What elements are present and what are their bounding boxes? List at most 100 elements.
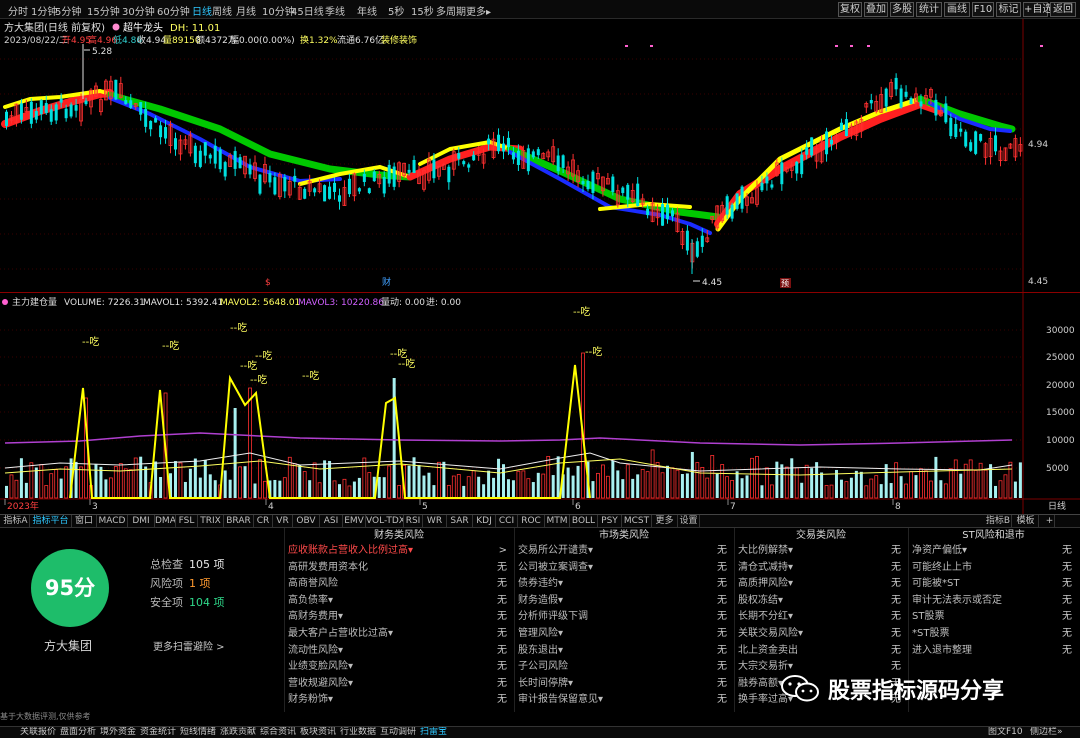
period-tab-7[interactable]: 周线 [212, 3, 232, 18]
indicator-tab-26[interactable]: 设置 [678, 515, 700, 528]
risk-item[interactable]: 清仓式减持▾ 无 [735, 560, 907, 577]
indicator-tab-3[interactable]: MACD [97, 515, 128, 528]
indicator-tab-0[interactable]: 指标A [2, 515, 30, 528]
risk-item[interactable]: 管理风险▾ 无 [515, 626, 733, 643]
period-tab-11[interactable]: 季线 [325, 3, 345, 18]
risk-item[interactable]: ST股票 无 [909, 609, 1078, 626]
period-tab-5[interactable]: 60分钟 [157, 3, 190, 18]
indicator-tab-25[interactable]: 更多 [652, 515, 678, 528]
indicator-tab-9[interactable]: CR [254, 515, 273, 528]
indicator-tab-16[interactable]: WR [423, 515, 447, 528]
indicator-tab-6[interactable]: FSL [176, 515, 198, 528]
bottom-tab-2[interactable]: 境外资金 [100, 727, 140, 738]
bottom-tab-9[interactable]: 互动调研 [380, 727, 420, 738]
toolbar-button-8[interactable]: 返回 [1050, 2, 1076, 17]
risk-item[interactable]: 子公司风险 无 [515, 659, 733, 676]
period-tab-15[interactable]: 多周期 [436, 3, 466, 18]
bottom-right-1[interactable]: 侧边栏» [1030, 727, 1063, 738]
risk-item[interactable]: 股东退出▾ 无 [515, 643, 733, 660]
risk-item[interactable]: 财务粉饰▾ 无 [285, 692, 513, 709]
kline-chart[interactable]: 方大集团(日线 前复权) 超牛龙头 DH: 11.01 2023/08/22/二… [0, 19, 1080, 292]
indicator-right-0[interactable]: 指标B [985, 515, 1012, 528]
bottom-tab-8[interactable]: 行业数据 [340, 727, 380, 738]
risk-item[interactable]: 公司被立案调查▾ 无 [515, 560, 733, 577]
period-tab-9[interactable]: 10分钟 [262, 3, 295, 18]
indicator-right-2[interactable]: + [1045, 515, 1055, 528]
bottom-tab-0[interactable]: 关联报价 [20, 727, 60, 738]
period-tab-10[interactable]: 45日线 [291, 3, 324, 18]
indicator-tab-13[interactable]: EMV [343, 515, 366, 528]
indicator-tab-21[interactable]: MTM [545, 515, 570, 528]
risk-item[interactable]: 审计无法表示或否定 无 [909, 593, 1078, 610]
risk-item[interactable]: 交易所公开谴责▾ 无 [515, 543, 733, 560]
risk-item[interactable]: 进入退市整理 无 [909, 643, 1078, 660]
indicator-tab-7[interactable]: TRIX [198, 515, 224, 528]
risk-item[interactable]: *ST股票 无 [909, 626, 1078, 643]
risk-item[interactable]: 长期不分红▾ 无 [735, 609, 907, 626]
risk-item[interactable]: 流动性风险▾ 无 [285, 643, 513, 660]
period-tab-3[interactable]: 15分钟 [87, 3, 120, 18]
risk-item[interactable]: 业绩变脸风险▾ 无 [285, 659, 513, 676]
indicator-tab-11[interactable]: OBV [293, 515, 320, 528]
period-tab-6[interactable]: 日线 [192, 3, 212, 18]
toolbar-button-4[interactable]: 画线 [944, 2, 970, 17]
indicator-tab-1[interactable]: 指标平台 [30, 515, 72, 528]
indicator-tab-24[interactable]: MCST [622, 515, 652, 528]
toolbar-button-0[interactable]: 复权 [838, 2, 862, 17]
risk-item[interactable]: 长时间停牌▾ 无 [515, 676, 733, 693]
indicator-tab-8[interactable]: BRAR [224, 515, 254, 528]
bottom-tab-5[interactable]: 涨跌贡献 [220, 727, 260, 738]
risk-item[interactable]: 可能被*ST 无 [909, 576, 1078, 593]
bottom-tab-7[interactable]: 板块资讯 [300, 727, 340, 738]
toolbar-button-6[interactable]: 标记 [996, 2, 1021, 17]
toolbar-button-5[interactable]: F10 [972, 2, 994, 17]
indicator-tab-17[interactable]: SAR [447, 515, 473, 528]
risk-item[interactable]: 高财务费用▾ 无 [285, 609, 513, 626]
risk-item[interactable]: 债券违约▾ 无 [515, 576, 733, 593]
risk-item[interactable]: 应收账款占营收入比例过高▾ > [285, 543, 513, 560]
risk-item[interactable]: 营收规避风险▾ 无 [285, 676, 513, 693]
risk-item[interactable]: 财务造假▾ 无 [515, 593, 733, 610]
toolbar-button-2[interactable]: 多股 [890, 2, 914, 17]
indicator-right-1[interactable]: 模板 [1013, 515, 1039, 528]
indicator-tab-20[interactable]: ROC [518, 515, 545, 528]
kline-svg[interactable]: 方大集团(日线 前复权) 超牛龙头 DH: 11.01 2023/08/22/二… [0, 19, 1080, 292]
volume-svg[interactable]: --吃 --吃--吃--吃--吃--吃 --吃--吃--吃--吃--吃 主力建仓量 V… [0, 293, 1080, 515]
more-scan-link[interactable]: 更多扫雷避险 > [153, 638, 225, 653]
bottom-tab-4[interactable]: 短线情绪 [180, 727, 220, 738]
period-tab-12[interactable]: 年线 [357, 3, 377, 18]
bottom-right-0[interactable]: 图文F10 [988, 727, 1023, 738]
indicator-tab-19[interactable]: CCI [496, 515, 518, 528]
indicator-tab-22[interactable]: BOLL [570, 515, 598, 528]
risk-item[interactable]: 高质押风险▾ 无 [735, 576, 907, 593]
period-tab-13[interactable]: 5秒 [388, 3, 404, 18]
indicator-tab-2[interactable]: 窗口 [72, 515, 97, 528]
risk-item[interactable]: 高负债率▾ 无 [285, 593, 513, 610]
period-tab-14[interactable]: 15秒 [411, 3, 434, 18]
indicator-tab-12[interactable]: ASI [320, 515, 343, 528]
bottom-tab-1[interactable]: 盘面分析 [60, 727, 100, 738]
risk-item[interactable]: 大比例解禁▾ 无 [735, 543, 907, 560]
volume-chart[interactable]: --吃 --吃 --吃 --吃 --吃 --吃 --吃 --吃 --吃 --吃 --吃 主力建仓量 V… [0, 292, 1080, 515]
period-tab-4[interactable]: 30分钟 [122, 3, 155, 18]
period-tab-8[interactable]: 月线 [236, 3, 256, 18]
risk-item[interactable]: 高商誉风险 无 [285, 576, 513, 593]
period-tab-1[interactable]: 1分钟 [31, 3, 57, 18]
indicator-tab-23[interactable]: PSY [598, 515, 622, 528]
bottom-tab-6[interactable]: 综合资讯 [260, 727, 300, 738]
indicator-tab-15[interactable]: RSI [404, 515, 423, 528]
risk-item[interactable]: 北上资金卖出 无 [735, 643, 907, 660]
period-tab-2[interactable]: 5分钟 [55, 3, 81, 18]
toolbar-button-7[interactable]: +自选 [1023, 2, 1052, 17]
risk-item[interactable]: 净资产偏低▾ 无 [909, 543, 1078, 560]
risk-item[interactable]: 最大客户占营收比过高▾ 无 [285, 626, 513, 643]
risk-item[interactable]: 可能终止上市 无 [909, 560, 1078, 577]
indicator-tab-18[interactable]: KDJ [473, 515, 496, 528]
indicator-tab-14[interactable]: VOL-TDX [366, 515, 404, 528]
risk-item[interactable]: 分析师评级下调 无 [515, 609, 733, 626]
risk-item[interactable]: 关联交易风险▾ 无 [735, 626, 907, 643]
period-tab-16[interactable]: 更多▸ [466, 3, 491, 18]
indicator-tab-5[interactable]: DMA [155, 515, 176, 528]
risk-item[interactable]: 审计报告保留意见▾ 无 [515, 692, 733, 709]
indicator-tab-10[interactable]: VR [273, 515, 293, 528]
